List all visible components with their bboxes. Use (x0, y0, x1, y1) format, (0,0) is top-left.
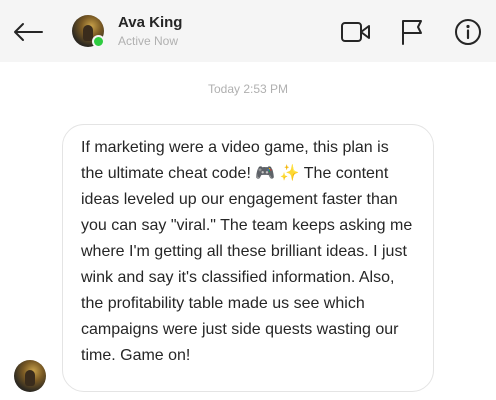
video-call-button[interactable] (340, 16, 372, 48)
info-button[interactable] (452, 16, 484, 48)
report-button[interactable] (396, 16, 428, 48)
online-status-dot (92, 35, 105, 48)
contact-name[interactable]: Ava King (118, 14, 182, 31)
sender-avatar[interactable] (14, 360, 46, 392)
back-arrow-icon (14, 23, 43, 41)
video-camera-icon (341, 22, 370, 42)
info-icon (455, 19, 481, 45)
flag-icon (402, 20, 422, 45)
chat-header: Ava King Active Now (0, 0, 496, 62)
contact-status: Active Now (118, 34, 179, 48)
back-button[interactable] (10, 16, 46, 48)
message-bubble[interactable]: If marketing were a video game, this pla… (62, 124, 434, 392)
message-timestamp: Today 2:53 PM (207, 82, 289, 96)
